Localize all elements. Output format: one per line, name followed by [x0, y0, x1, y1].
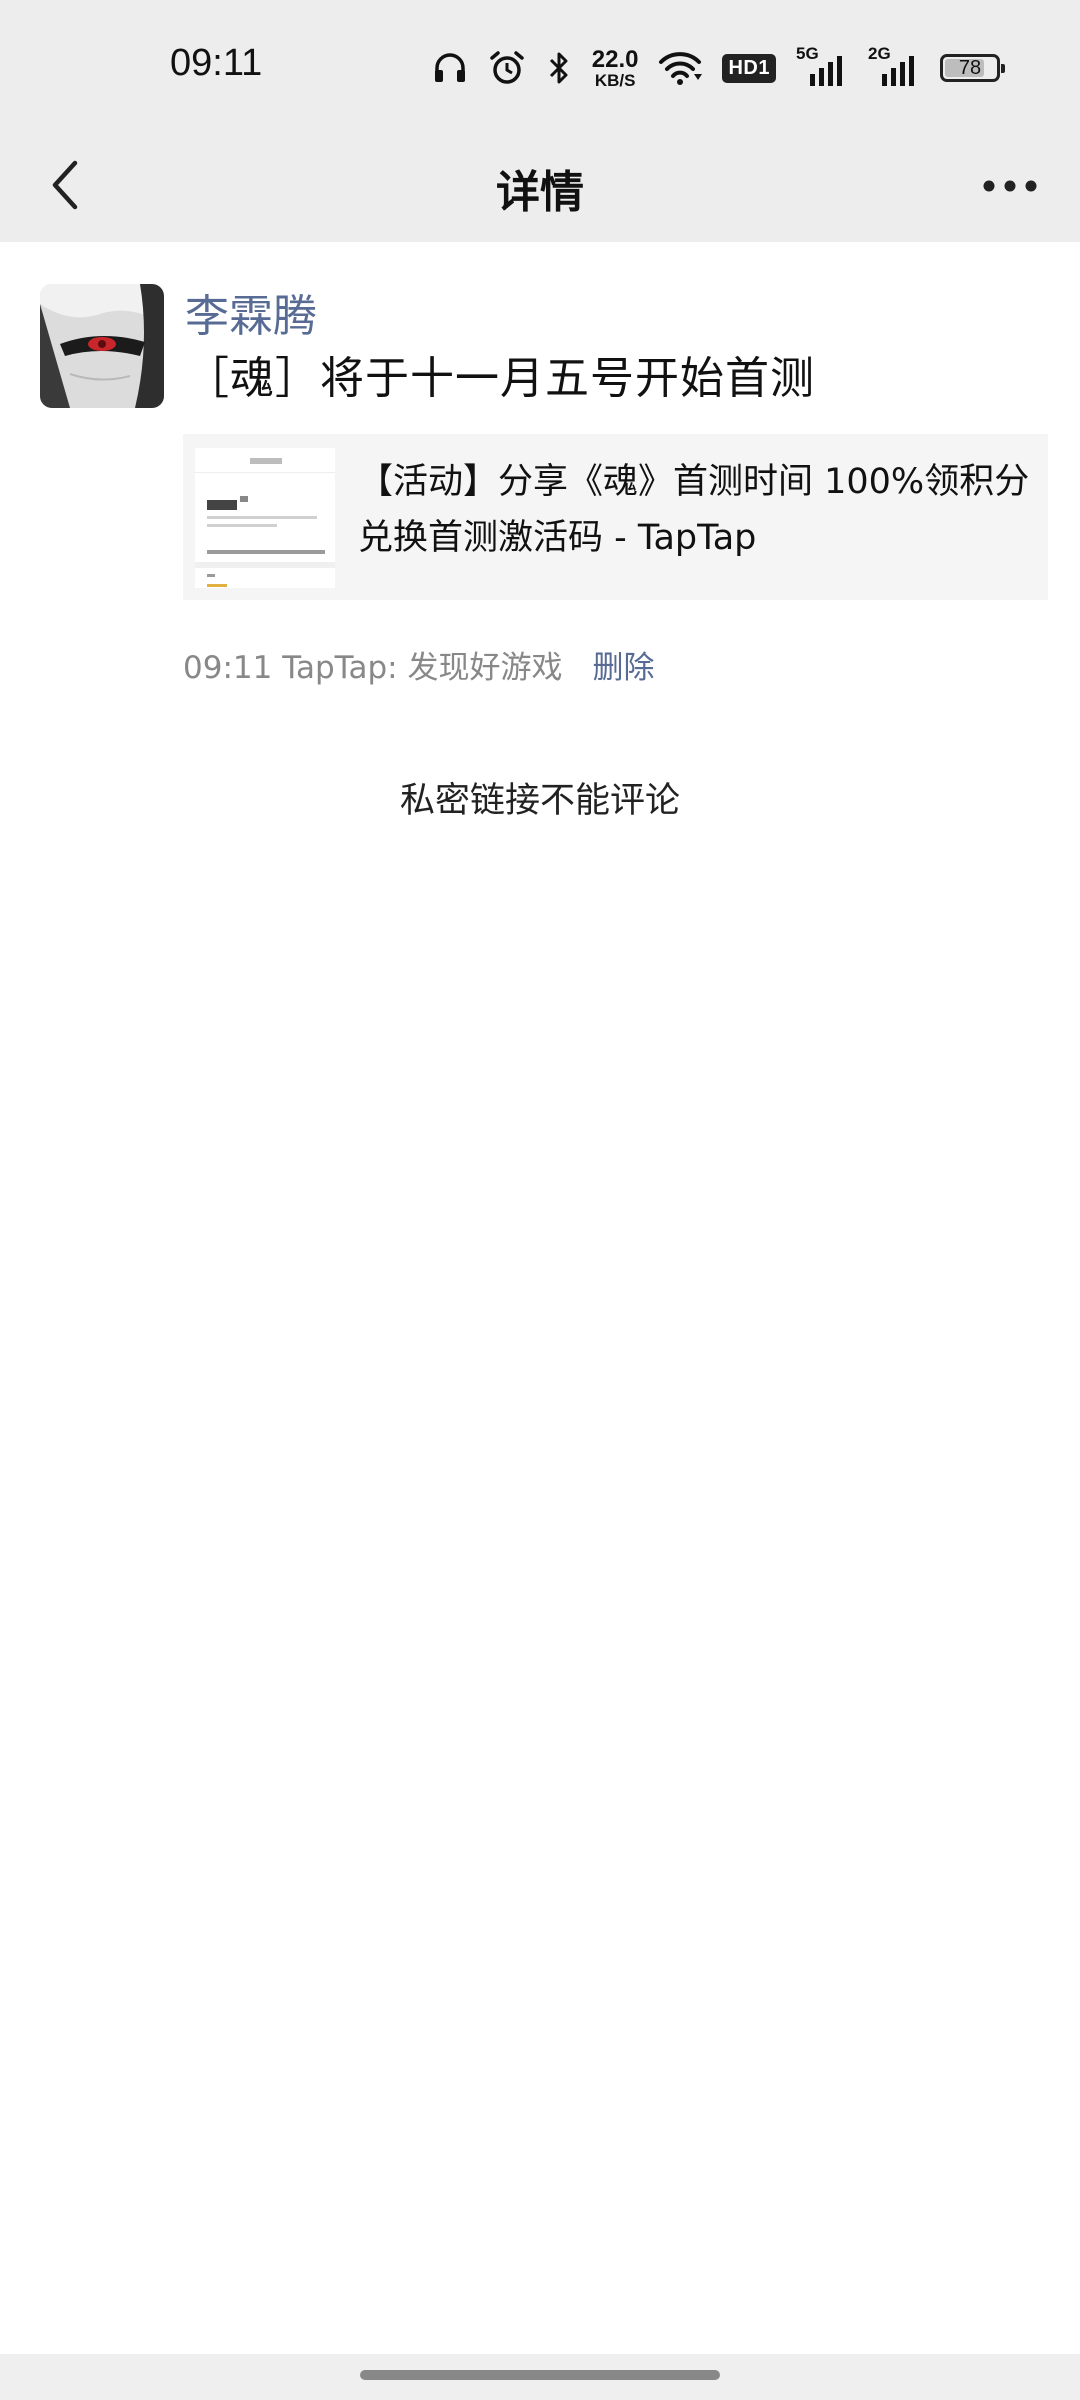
- network-speed: 22.0 KB/S: [591, 45, 639, 90]
- signal-5g-icon: 5G: [796, 44, 848, 88]
- status-bar: 09:11 22.0 KB/S HD1 5G 2G 78: [0, 0, 1080, 130]
- gesture-bar: [0, 2354, 1080, 2400]
- status-time: 09:11: [170, 42, 263, 84]
- page-title: 详情: [496, 167, 584, 218]
- post-time-source: 09:11 TapTap: 发现好游戏: [183, 642, 562, 687]
- comment-disabled-notice: 私密链接不能评论: [399, 781, 680, 821]
- link-thumbnail: [195, 448, 335, 588]
- signal-2g-icon: 2G: [868, 44, 920, 88]
- status-icons: 22.0 KB/S HD1 5G 2G 78: [432, 38, 1005, 98]
- author-name[interactable]: 李霖腾: [185, 280, 317, 344]
- post-text: ［魂］将于十一月五号开始首测: [185, 353, 815, 404]
- bluetooth-icon: [546, 49, 572, 87]
- post-meta: 09:11 TapTap: 发现好游戏 删除: [183, 642, 654, 687]
- battery-icon: 78: [940, 54, 1005, 82]
- chevron-left-icon: [52, 160, 78, 210]
- avatar[interactable]: [40, 284, 164, 408]
- delete-button[interactable]: 删除: [592, 642, 654, 687]
- more-dots-icon: [983, 180, 1037, 192]
- battery-percent: 78: [958, 56, 982, 79]
- nav-bar: 详情: [0, 130, 1080, 242]
- headphones-icon: [432, 50, 468, 86]
- home-indicator[interactable]: [360, 2370, 720, 2380]
- more-button[interactable]: [970, 156, 1050, 216]
- back-button[interactable]: [30, 150, 100, 220]
- link-card[interactable]: 【活动】分享《魂》首测时间 100%领积分兑换首测激活码 - TapTap: [183, 434, 1048, 600]
- post-source[interactable]: TapTap: 发现好游戏: [282, 650, 562, 686]
- network-speed-value: 22.0: [591, 45, 639, 73]
- link-title: 【活动】分享《魂》首测时间 100%领积分兑换首测激活码 - TapTap: [358, 462, 1030, 558]
- alarm-icon: [488, 49, 526, 87]
- post-time: 09:11: [183, 650, 273, 686]
- hd-voice-badge: HD1: [722, 53, 776, 83]
- wifi-icon: [658, 50, 703, 86]
- network-speed-unit: KB/S: [594, 70, 636, 90]
